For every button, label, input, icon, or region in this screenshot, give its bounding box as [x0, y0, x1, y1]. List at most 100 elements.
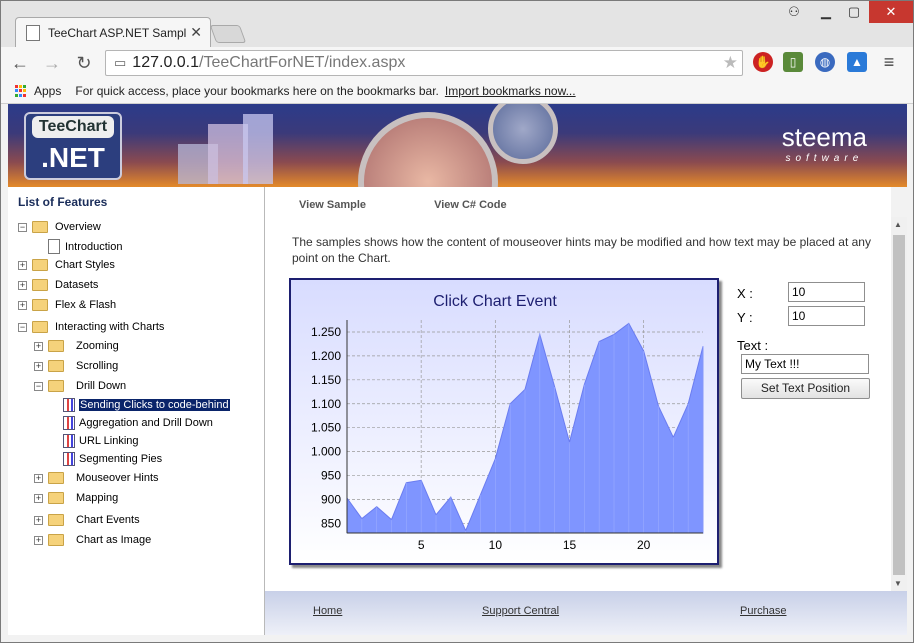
- reload-icon[interactable]: ↻: [71, 50, 97, 76]
- tree-label: Interacting with Charts: [55, 321, 165, 333]
- tree-item-introduction[interactable]: Introduction: [48, 239, 122, 254]
- folder-icon: [32, 299, 48, 311]
- scroll-up-icon[interactable]: ▲: [894, 220, 902, 229]
- gauge-graphic: [358, 112, 498, 187]
- y-tick-label: 1.250: [311, 325, 341, 339]
- browser-window: TeeChart ASP.NET Sample ✕ ⚇ ▁ ▢ ✕ ← → ↻ …: [0, 0, 914, 643]
- tree-item-chart-as-image[interactable]: + Chart as Image: [34, 534, 151, 546]
- y-tick-label: 1.000: [311, 445, 341, 459]
- tree-label: Chart Styles: [55, 259, 115, 271]
- tree-label: Introduction: [65, 240, 123, 253]
- tree-label: Zooming: [76, 340, 119, 352]
- arrow-extension-icon[interactable]: ▲: [847, 52, 867, 72]
- expand-icon[interactable]: +: [34, 361, 43, 371]
- new-tab-button[interactable]: [209, 25, 247, 43]
- back-icon[interactable]: ←: [7, 50, 33, 76]
- chart-title: Click Chart Event: [433, 293, 557, 310]
- expand-icon[interactable]: +: [18, 260, 27, 270]
- bookmark-star-icon[interactable]: ★: [723, 53, 738, 73]
- globe-extension-icon[interactable]: ◍: [815, 52, 835, 72]
- text-input[interactable]: [741, 354, 869, 374]
- scroll-down-icon[interactable]: ▼: [894, 579, 902, 588]
- vertical-scrollbar[interactable]: ▲ ▼: [891, 217, 907, 591]
- expand-icon[interactable]: +: [18, 300, 27, 310]
- tree-item-chart-events[interactable]: + Chart Events: [34, 514, 140, 526]
- y-tick-label: 850: [321, 516, 341, 530]
- folder-open-icon: [48, 380, 64, 392]
- forward-icon[interactable]: →: [39, 50, 65, 76]
- home-link[interactable]: Home: [313, 605, 342, 617]
- area-chart[interactable]: Click Chart Event 850 900 950 1.000 1.050 1.10…: [291, 280, 717, 563]
- expand-icon[interactable]: +: [34, 341, 43, 351]
- set-text-position-button[interactable]: Set Text Position: [741, 378, 870, 399]
- tree-label: Mapping: [76, 492, 119, 504]
- site-banner: TeeChart .NET steema software: [8, 104, 907, 187]
- y-tick-label: 1.100: [311, 397, 341, 411]
- tree-item-flex-flash[interactable]: + Flex & Flash: [18, 299, 116, 311]
- tab-view-sample[interactable]: View Sample: [299, 199, 366, 211]
- minimize-button[interactable]: ▁: [813, 1, 839, 23]
- tree-item-mouseover-hints[interactable]: + Mouseover Hints: [34, 472, 159, 484]
- banner-decoration: [243, 114, 273, 184]
- tree-item-sending-clicks[interactable]: Sending Clicks to code-behind: [63, 398, 230, 412]
- address-bar[interactable]: ▭ 127.0.0.1/TeeChartForNET/index.aspx ★: [105, 50, 743, 76]
- tree-item-overview[interactable]: − Overview: [18, 221, 101, 233]
- chart-panel[interactable]: Click Chart Event 850 900 950 1.000 1.050 1.10…: [289, 278, 719, 565]
- expand-icon[interactable]: +: [34, 493, 43, 503]
- tree-label: Chart Events: [76, 514, 140, 526]
- close-window-button[interactable]: ✕: [869, 1, 913, 23]
- tree-label: Chart as Image: [76, 534, 152, 546]
- expand-icon[interactable]: +: [34, 515, 43, 525]
- url-path: /TeeChartForNET/index.aspx: [199, 54, 406, 71]
- folder-icon: [48, 534, 64, 546]
- maximize-button[interactable]: ▢: [841, 1, 867, 23]
- teechart-logo[interactable]: TeeChart .NET: [24, 112, 122, 180]
- tree-item-drill-down[interactable]: − Drill Down: [34, 380, 126, 392]
- main-content: View Sample View C# Code The samples sho…: [265, 187, 891, 591]
- expand-icon[interactable]: +: [34, 535, 43, 545]
- tab-view-code[interactable]: View C# Code: [434, 199, 507, 211]
- expand-icon[interactable]: +: [18, 280, 27, 290]
- tree-label: Scrolling: [76, 360, 119, 372]
- x-input[interactable]: [788, 282, 865, 302]
- menu-icon[interactable]: ≡: [879, 52, 899, 72]
- tree-label: Drill Down: [76, 380, 127, 392]
- steema-logo[interactable]: steema software: [782, 122, 867, 164]
- y-tick-label: 1.050: [311, 421, 341, 435]
- tree-item-chart-styles[interactable]: + Chart Styles: [18, 259, 115, 271]
- chart-page-icon: [63, 398, 75, 412]
- browser-tab[interactable]: TeeChart ASP.NET Sample ✕: [15, 17, 211, 47]
- gauge-graphic: [488, 104, 558, 164]
- extension-icon[interactable]: ▯: [783, 52, 803, 72]
- import-bookmarks-link[interactable]: Import bookmarks now...: [445, 84, 576, 98]
- user-icon[interactable]: ⚇: [781, 1, 807, 23]
- tree-item-datasets[interactable]: + Datasets: [18, 279, 98, 291]
- tree-item-zooming[interactable]: + Zooming: [34, 340, 119, 352]
- tree-label: URL Linking: [79, 435, 139, 447]
- tree-item-url-linking[interactable]: URL Linking: [63, 434, 139, 448]
- x-tick-label: 20: [637, 538, 651, 552]
- tree-item-interacting[interactable]: − Interacting with Charts: [18, 321, 164, 333]
- stop-extension-icon[interactable]: ✋: [753, 52, 773, 72]
- apps-label: Apps: [34, 84, 62, 98]
- apps-shortcut[interactable]: Apps: [15, 84, 61, 98]
- tree-item-segmenting-pies[interactable]: Segmenting Pies: [63, 452, 162, 466]
- logo-text-bottom: .NET: [41, 142, 105, 173]
- y-input[interactable]: [788, 306, 865, 326]
- collapse-icon[interactable]: −: [18, 322, 27, 332]
- support-central-link[interactable]: Support Central: [482, 605, 559, 617]
- expand-icon[interactable]: +: [34, 473, 43, 483]
- banner-decoration: [208, 124, 248, 184]
- purchase-link[interactable]: Purchase: [740, 605, 786, 617]
- tree-item-mapping[interactable]: + Mapping: [34, 492, 118, 504]
- steema-subtitle: software: [785, 153, 864, 164]
- tree-item-aggregation[interactable]: Aggregation and Drill Down: [63, 416, 213, 430]
- collapse-icon[interactable]: −: [34, 381, 43, 391]
- folder-open-icon: [32, 221, 48, 233]
- collapse-icon[interactable]: −: [18, 222, 27, 232]
- close-tab-icon[interactable]: ✕: [190, 24, 202, 41]
- bookmarks-hint: For quick access, place your bookmarks h…: [75, 84, 439, 98]
- tree-label: Datasets: [55, 279, 99, 291]
- tree-item-scrolling[interactable]: + Scrolling: [34, 360, 118, 372]
- scroll-thumb[interactable]: [893, 235, 905, 575]
